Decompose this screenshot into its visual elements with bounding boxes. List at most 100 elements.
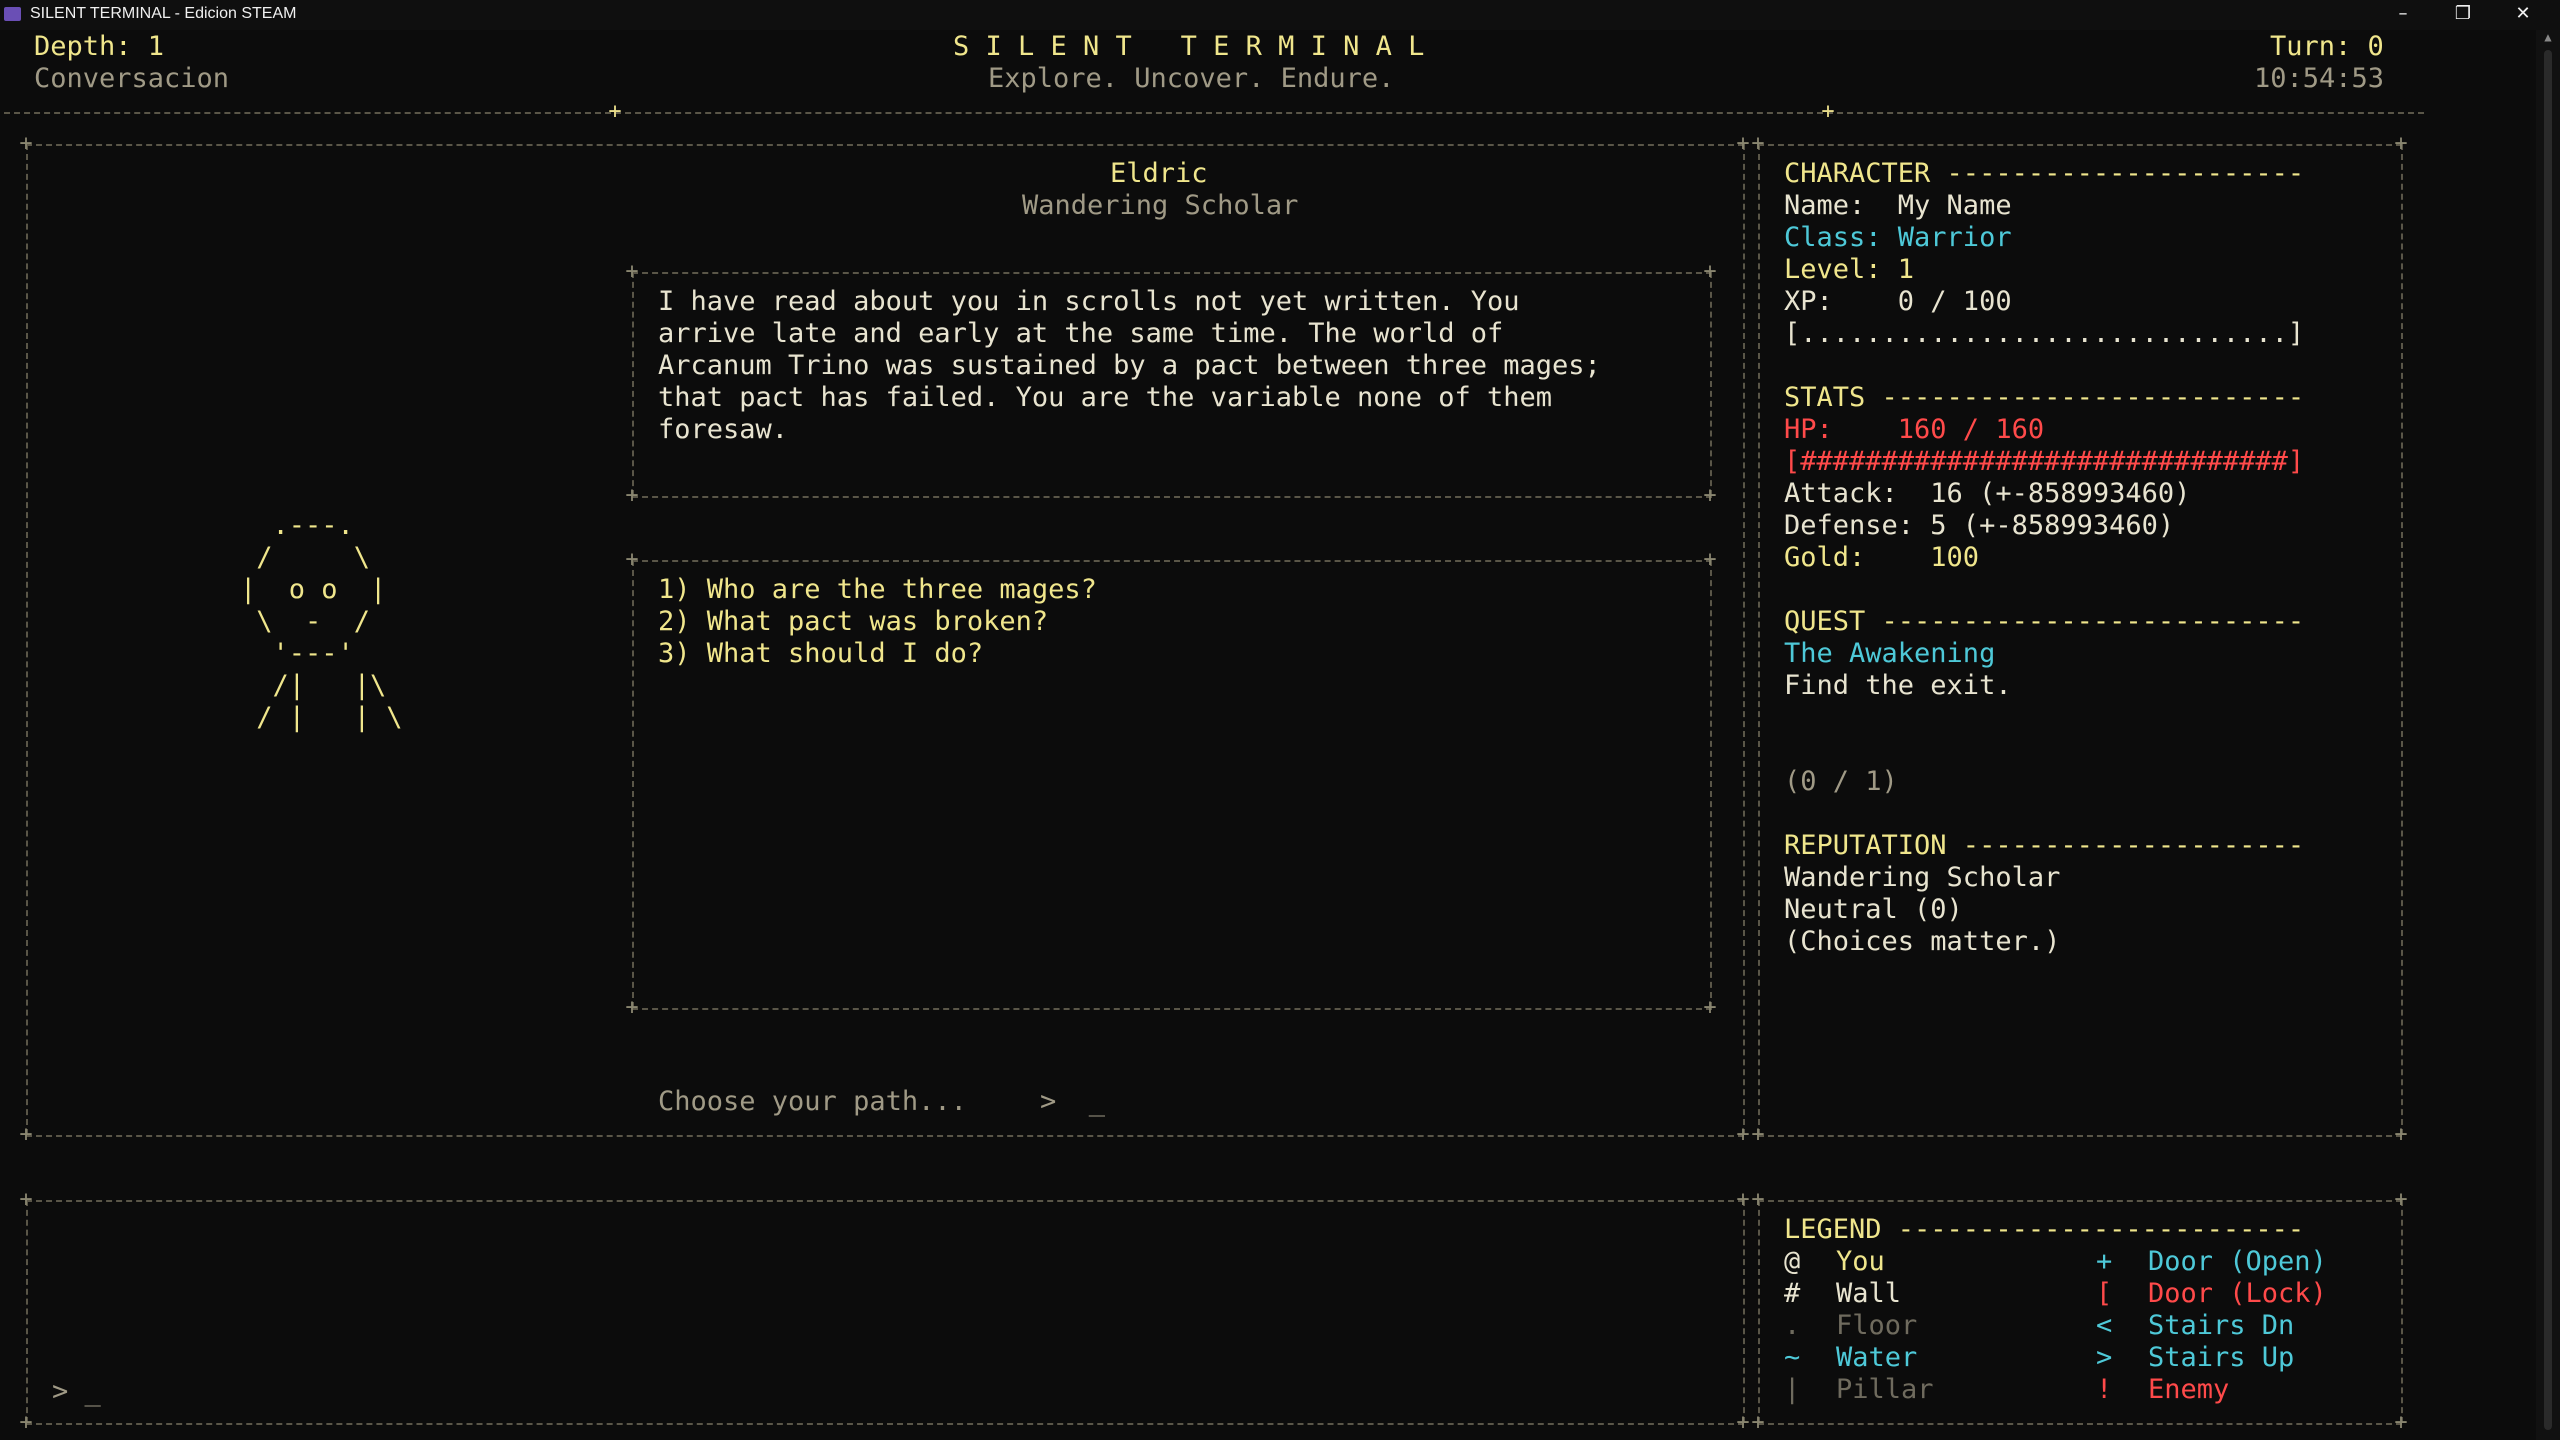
legend-panel-right-border <box>2401 1200 2403 1423</box>
corner-cross: + <box>1736 1187 1750 1212</box>
restore-button[interactable]: ❐ <box>2434 0 2492 30</box>
dialogue-line: that pact has failed. You are the variab… <box>658 382 1553 413</box>
quest-progress: (0 / 1) <box>1784 766 1898 797</box>
log-panel-bottom-border <box>26 1423 1744 1425</box>
divider-cross: + <box>608 99 622 124</box>
legend-symbol-you: @ <box>1784 1246 1801 1277</box>
legend-label-you: You <box>1836 1246 1885 1277</box>
xp-bar: [..............................] <box>1784 318 2305 349</box>
character-name: Name: My Name <box>1784 190 2012 221</box>
legend-symbol-enemy: ! <box>2096 1374 2113 1405</box>
dialogue-box-bottom-border <box>632 496 1712 498</box>
corner-cross: + <box>1736 131 1750 156</box>
scroll-up-arrow-icon[interactable]: ▲ <box>2540 30 2556 46</box>
stats-header: STATS -------------------------- <box>1784 382 2305 413</box>
mode-label: Conversacion <box>34 63 230 94</box>
legend-panel-left-border <box>1758 1200 1760 1423</box>
reputation-note: (Choices matter.) <box>1784 926 2061 957</box>
main-panel-left-border <box>26 144 28 1135</box>
scrollbar-thumb[interactable] <box>2544 50 2552 1430</box>
command-input[interactable]: > _ <box>52 1376 101 1408</box>
corner-cross: + <box>2394 131 2408 156</box>
corner-cross: + <box>1751 131 1765 156</box>
npc-role: Wandering Scholar <box>1022 190 1299 221</box>
window-titlebar: SILENT TERMINAL - Edicion STEAM – ❐ ✕ <box>0 0 2560 30</box>
game-title: S I L E N T T E R M I N A L <box>953 31 1425 62</box>
corner-cross: + <box>625 547 639 572</box>
legend-symbol-door-lock: [ <box>2096 1278 2113 1309</box>
corner-cross: + <box>1703 259 1717 284</box>
close-button[interactable]: ✕ <box>2494 0 2552 30</box>
legend-label-stairs-down: Stairs Dn <box>2148 1310 2295 1341</box>
divider-cross: + <box>1821 99 1835 124</box>
depth-indicator: Depth: 1 <box>34 31 165 62</box>
character-class: Class: Warrior <box>1784 222 2012 253</box>
corner-cross: + <box>1703 483 1717 508</box>
choice-option-1[interactable]: 1) Who are the three mages? <box>658 574 1097 606</box>
choices-box-top-border <box>632 560 1712 562</box>
portrait-line: '---' <box>240 638 354 669</box>
turn-counter: Turn: 0 <box>2270 31 2384 62</box>
corner-cross: + <box>1751 1187 1765 1212</box>
legend-label-door-open: Door (Open) <box>2148 1246 2327 1277</box>
legend-symbol-pillar: | <box>1784 1374 1801 1405</box>
corner-cross: + <box>1736 1410 1750 1435</box>
corner-cross: + <box>1751 1122 1765 1147</box>
npc-portrait: .---. / \ | o o | \ - / '---' /| |\ / | |… <box>240 510 403 734</box>
dialogue-box-top-border <box>632 272 1712 274</box>
portrait-line: /| |\ <box>240 670 387 701</box>
legend-symbol-stairs-down: < <box>2096 1310 2113 1341</box>
header-divider <box>4 112 2424 114</box>
side-panel-right-border <box>2401 144 2403 1135</box>
reputation-faction: Wandering Scholar <box>1784 862 2061 893</box>
choice-input-cursor[interactable]: > _ <box>1040 1086 1105 1118</box>
scrollbar[interactable]: ▲ <box>2536 30 2560 1440</box>
legend-symbol-floor: . <box>1784 1310 1801 1341</box>
window-title: SILENT TERMINAL - Edicion STEAM <box>30 5 297 22</box>
corner-cross: + <box>1736 1122 1750 1147</box>
attack-stat: Attack: 16 (+-858993460) <box>1784 478 2191 509</box>
character-level: Level: 1 <box>1784 254 1915 285</box>
choice-option-3[interactable]: 3) What should I do? <box>658 638 983 670</box>
minimize-button[interactable]: – <box>2374 0 2432 30</box>
corner-cross: + <box>19 1187 33 1212</box>
legend-label-stairs-up: Stairs Up <box>2148 1342 2295 1373</box>
portrait-line: / | | \ <box>240 702 403 733</box>
defense-stat: Defense: 5 (+-858993460) <box>1784 510 2175 541</box>
portrait-line: .---. <box>240 510 354 541</box>
reputation-header: REPUTATION --------------------- <box>1784 830 2305 861</box>
corner-cross: + <box>19 1122 33 1147</box>
clock: 10:54:53 <box>2254 63 2385 94</box>
portrait-line: | o o | <box>240 574 387 605</box>
legend-label-floor: Floor <box>1836 1310 1918 1341</box>
portrait-line: \ - / <box>240 606 371 637</box>
corner-cross: + <box>625 483 639 508</box>
legend-label-pillar: Pillar <box>1836 1374 1934 1405</box>
corner-cross: + <box>2394 1187 2408 1212</box>
legend-header: LEGEND ------------------------- <box>1784 1214 2305 1245</box>
legend-symbol-door-open: + <box>2096 1246 2113 1277</box>
main-panel-right-border <box>1743 144 1745 1135</box>
character-header: CHARACTER ---------------------- <box>1784 158 2305 189</box>
legend-panel-bottom-border <box>1758 1423 2402 1425</box>
legend-symbol-wall: # <box>1784 1278 1801 1309</box>
main-panel-top-border <box>26 144 1744 146</box>
main-panel-bottom-border <box>26 1135 1744 1137</box>
game-tagline: Explore. Uncover. Endure. <box>988 63 1395 94</box>
corner-cross: + <box>1703 995 1717 1020</box>
side-panel-top-border <box>1758 144 2402 146</box>
dialogue-box-left-border <box>632 272 634 496</box>
gold-stat: Gold: 100 <box>1784 542 1980 573</box>
quest-header: QUEST -------------------------- <box>1784 606 2305 637</box>
choice-option-2[interactable]: 2) What pact was broken? <box>658 606 1048 638</box>
legend-symbol-water: ~ <box>1784 1342 1801 1373</box>
portrait-line: / \ <box>240 542 371 573</box>
corner-cross: + <box>19 131 33 156</box>
character-xp: XP: 0 / 100 <box>1784 286 2012 317</box>
dialogue-line: I have read about you in scrolls not yet… <box>658 286 1520 317</box>
app-icon <box>4 7 21 21</box>
corner-cross: + <box>625 995 639 1020</box>
choices-box-right-border <box>1710 560 1712 1008</box>
legend-panel-top-border <box>1758 1200 2402 1202</box>
quest-title: The Awakening <box>1784 638 1996 669</box>
